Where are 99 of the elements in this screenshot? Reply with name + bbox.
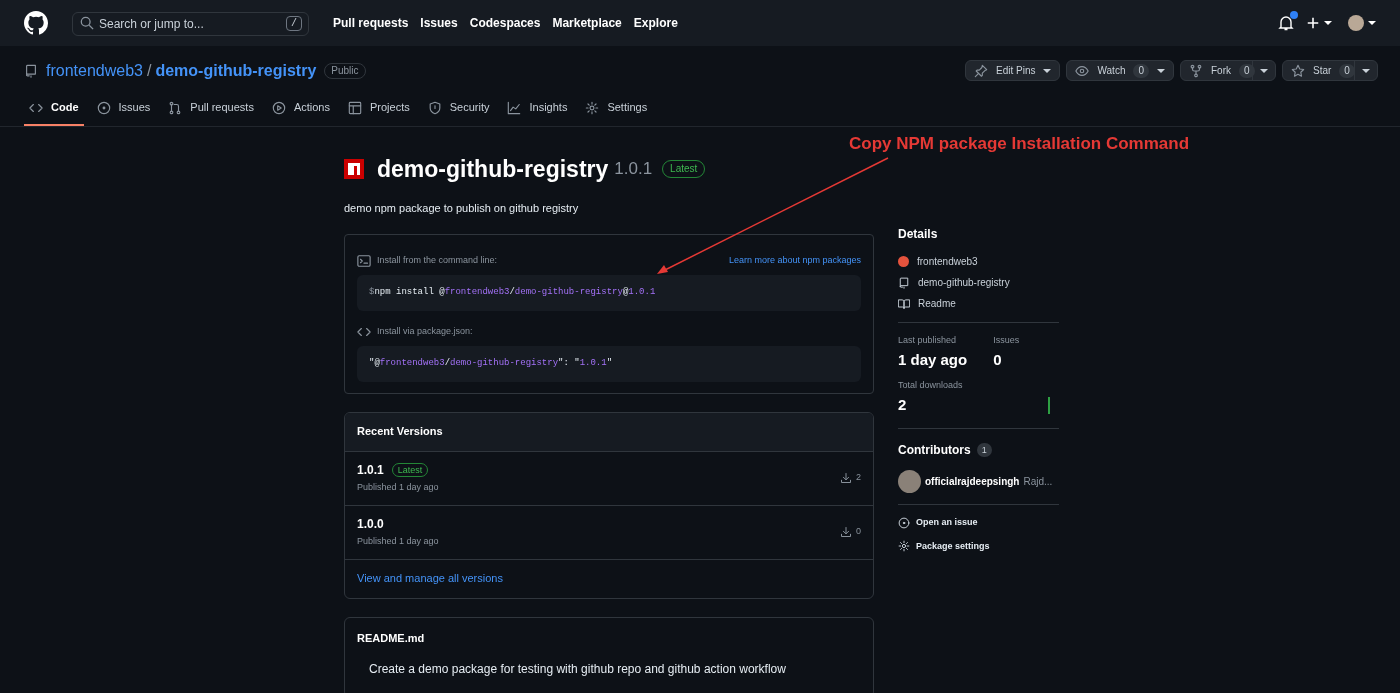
profile-menu-button[interactable] [1348, 15, 1376, 31]
readme-text: Create a demo package for testing with github repo and github action workflow [369, 661, 787, 678]
terminal-icon [357, 253, 371, 268]
repo-tab[interactable]: Actions [266, 91, 335, 126]
graph-icon [507, 100, 522, 115]
version-link[interactable]: 1.0.1 [357, 461, 384, 480]
create-menu-button[interactable] [1306, 16, 1332, 30]
details-title: Details [898, 226, 939, 243]
package-json-snippet[interactable]: "@frontendweb3/demo-github-registry": "1.0.1" [357, 345, 861, 382]
caret-icon [1157, 66, 1165, 75]
nav-link[interactable]: Pull requests [333, 14, 409, 32]
repo-tab[interactable]: Issues [91, 91, 156, 126]
sidebar-action-link[interactable]: Package settings [916, 539, 990, 553]
stat-label: Total downloads [898, 379, 963, 392]
contributor-login[interactable]: officialrajdeepsingh [925, 474, 1020, 489]
play-icon [271, 100, 286, 115]
repo-tab[interactable]: Code [24, 91, 84, 126]
settings-icon [585, 100, 600, 115]
stat-label: Issues [993, 334, 1020, 347]
pull-request-icon [168, 100, 183, 115]
action-label: Fork [1211, 64, 1231, 79]
caret-icon [1362, 66, 1370, 75]
repository-icon [898, 276, 910, 289]
repo-tab[interactable]: Pull requests [163, 91, 259, 126]
owner-link[interactable]: frontendweb3 [46, 58, 143, 83]
stat-value: 1 day ago [898, 349, 968, 370]
annotation-text: Copy NPM package Installation Command [849, 133, 1190, 155]
star-icon [1291, 63, 1305, 78]
repo-tab[interactable]: Insights [502, 91, 573, 126]
settings-icon [898, 540, 910, 553]
install-label: Install from the command line: [377, 253, 498, 267]
contributors-title: Contributors [898, 442, 971, 459]
repo-action-button[interactable]: Star 0 [1283, 61, 1354, 81]
stat-value: 0 [993, 349, 1003, 370]
nav-link[interactable]: Issues [420, 14, 458, 32]
repo-action-button[interactable]: Edit Pins [965, 60, 1061, 82]
action-label: Star [1313, 64, 1332, 79]
action-label: Edit Pins [996, 64, 1036, 79]
issue-icon [96, 100, 111, 115]
count-label: 0 [1339, 63, 1355, 78]
download-count: 0 [856, 525, 861, 539]
publish-date: Published 1 day ago [357, 481, 439, 495]
count-label: 0 [1133, 63, 1149, 78]
repo-action-button[interactable]: Fork 0 [1181, 61, 1252, 81]
caret-icon [1368, 19, 1376, 27]
learn-more-link[interactable]: Learn more about npm packages [728, 253, 861, 268]
repo-tab[interactable]: Security [422, 91, 495, 126]
nav-link[interactable]: Codespaces [469, 14, 541, 32]
shortcut-key: / [286, 16, 302, 31]
count-label: 0 [1239, 63, 1255, 78]
details-link[interactable]: demo-github-registry [918, 275, 1010, 290]
caret-icon [1324, 19, 1332, 27]
action-label: Watch [1097, 64, 1126, 79]
download-icon [840, 472, 852, 484]
readme-title: README.md [357, 630, 426, 646]
repo-action-button[interactable]: Watch 0 [1066, 60, 1174, 82]
install-command[interactable]: $npm install @frontendweb3/demo-github-registry@1.0.1 [357, 274, 861, 311]
npm-logo-icon [344, 159, 364, 179]
download-count: 2 [856, 471, 861, 485]
stat-value: 2 [898, 394, 908, 415]
fork-icon [1189, 63, 1203, 78]
repo-tab[interactable]: Projects [342, 91, 415, 126]
avatar [898, 256, 909, 267]
repo-tab[interactable]: Settings [580, 91, 653, 126]
plus-icon [1306, 16, 1320, 30]
pin-icon [974, 63, 988, 78]
download-icon [840, 526, 852, 538]
publish-date: Published 1 day ago [357, 535, 439, 549]
avatar [898, 470, 921, 493]
caret-icon [1043, 66, 1052, 75]
eye-icon [1075, 63, 1090, 78]
count-label: 1 [976, 443, 992, 457]
shield-icon [427, 100, 442, 115]
install-label: Install via package.json: [377, 324, 473, 338]
details-link[interactable]: Readme [918, 296, 956, 311]
issue-icon [898, 516, 910, 529]
panel-title: Recent Versions [357, 424, 443, 440]
sidebar-action-link[interactable]: Open an issue [916, 516, 978, 530]
download-sparkline [1048, 397, 1050, 414]
details-link[interactable]: frontendweb3 [917, 254, 978, 269]
repository-icon [24, 63, 38, 78]
nav-link[interactable]: Explore [633, 14, 678, 32]
package-title: demo-github-registry [377, 154, 609, 184]
all-versions-link[interactable]: View and manage all versions [357, 570, 503, 587]
package-version: 1.0.1 [614, 158, 653, 181]
caret-icon [1260, 66, 1268, 75]
path-separator: / [146, 60, 152, 81]
book-icon [898, 297, 910, 310]
contributor-name: Rajd... [1023, 475, 1053, 489]
avatar [1348, 15, 1364, 31]
bell-icon [1278, 15, 1294, 31]
search-icon [80, 16, 94, 30]
version-link[interactable]: 1.0.0 [357, 515, 384, 534]
repository-link[interactable]: demo-github-registry [155, 58, 317, 83]
table-icon [347, 100, 362, 115]
stat-label: Last published [898, 334, 958, 347]
nav-link[interactable]: Marketplace [552, 14, 622, 32]
logo-icon[interactable] [24, 11, 48, 35]
package-description: demo npm package to publish on github registry [344, 201, 580, 216]
